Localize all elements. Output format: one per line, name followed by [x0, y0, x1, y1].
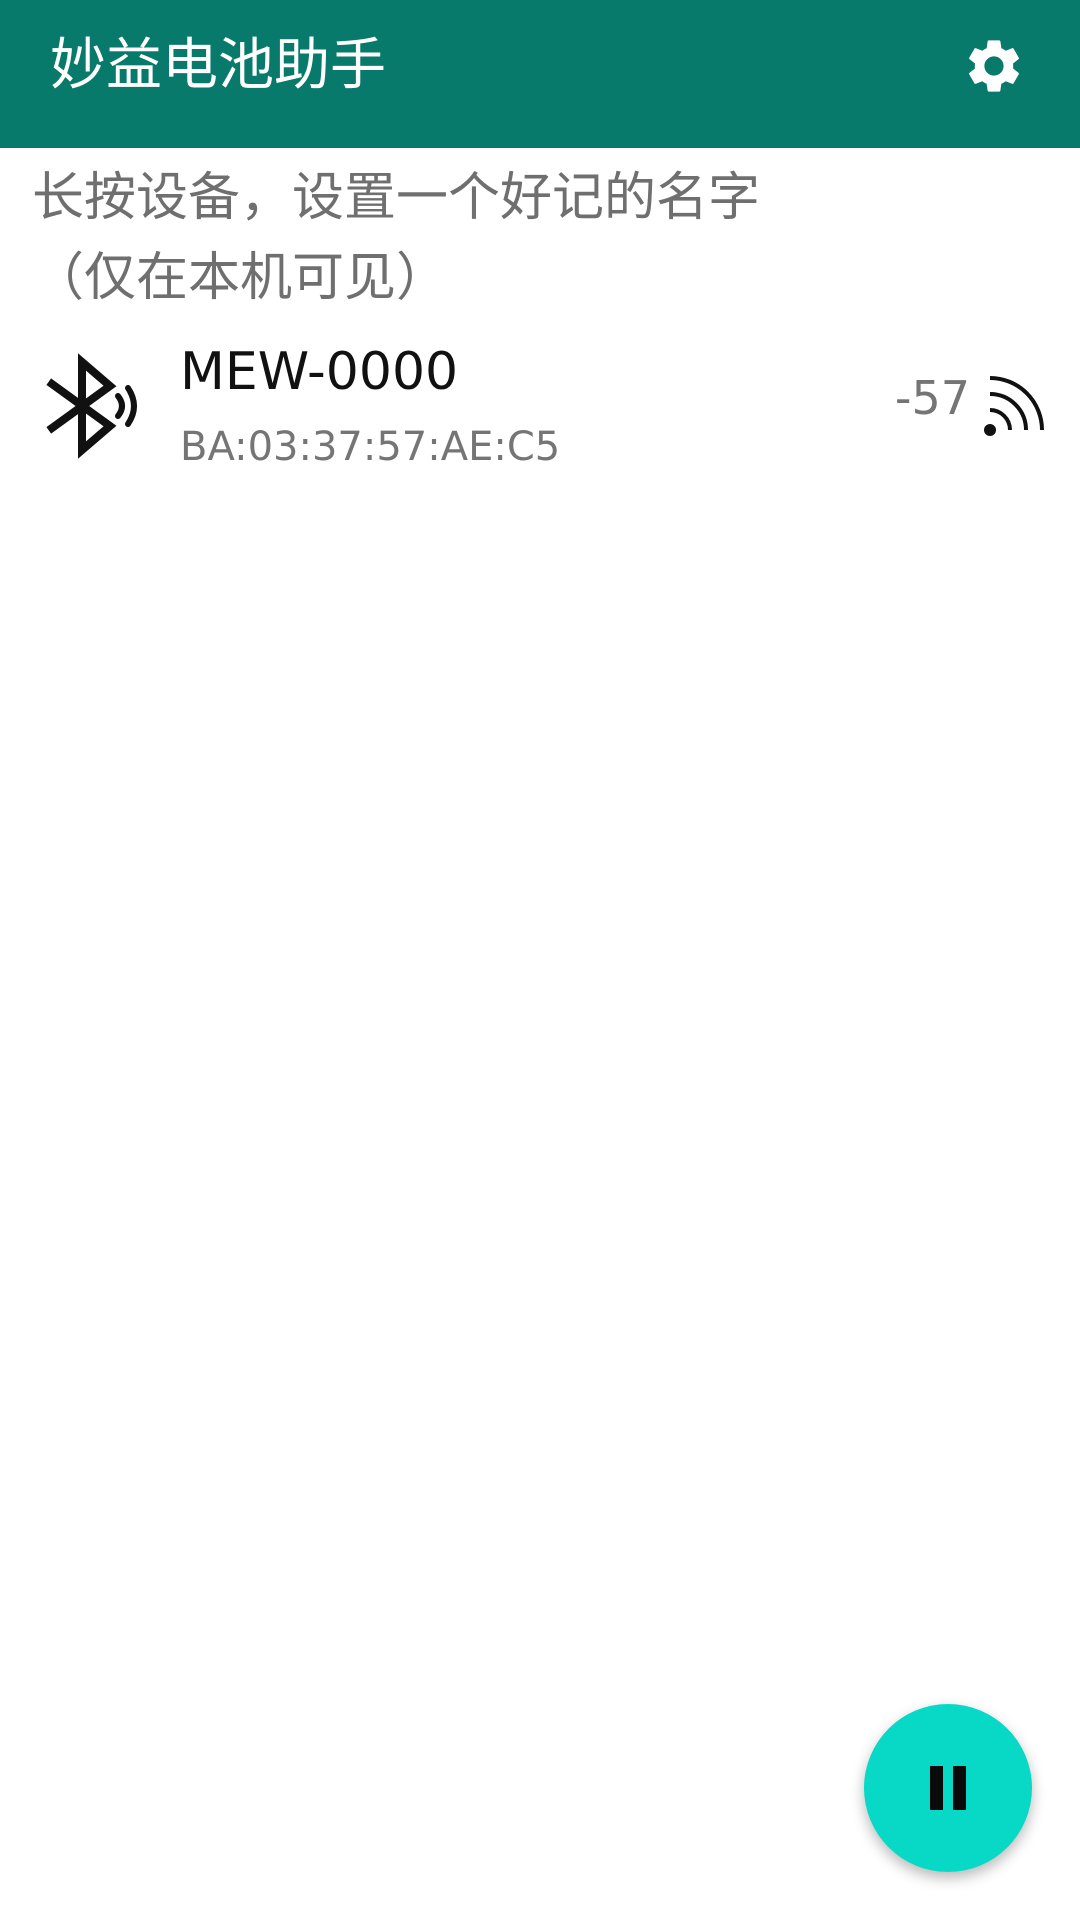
device-mac-address: BA:03:37:57:AE:C5 [180, 424, 561, 470]
pause-scan-button[interactable] [864, 1704, 1032, 1872]
device-list-item[interactable]: MEW-0000 BA:03:37:57:AE:C5 -57 [0, 330, 1080, 480]
bluetooth-searching-icon [46, 353, 137, 459]
pause-icon [930, 1766, 966, 1810]
settings-button[interactable] [956, 28, 1032, 104]
hint-line-2: （仅在本机可见） [32, 248, 449, 308]
app-bar: 妙益电池助手 [0, 0, 1080, 148]
device-name: MEW-0000 [180, 342, 459, 402]
signal-strength-icon [984, 376, 1044, 436]
gear-icon [969, 40, 1019, 92]
device-rssi: -57 [894, 371, 970, 425]
app-title: 妙益电池助手 [50, 33, 386, 98]
app-screen: 妙益电池助手 长按设备，设置一个好记的名字 （仅在本机可见） MEW-0000 … [0, 0, 1080, 1920]
hint-line-1: 长按设备，设置一个好记的名字 [32, 168, 761, 228]
long-press-hint: 长按设备，设置一个好记的名字 （仅在本机可见） [32, 158, 1032, 318]
